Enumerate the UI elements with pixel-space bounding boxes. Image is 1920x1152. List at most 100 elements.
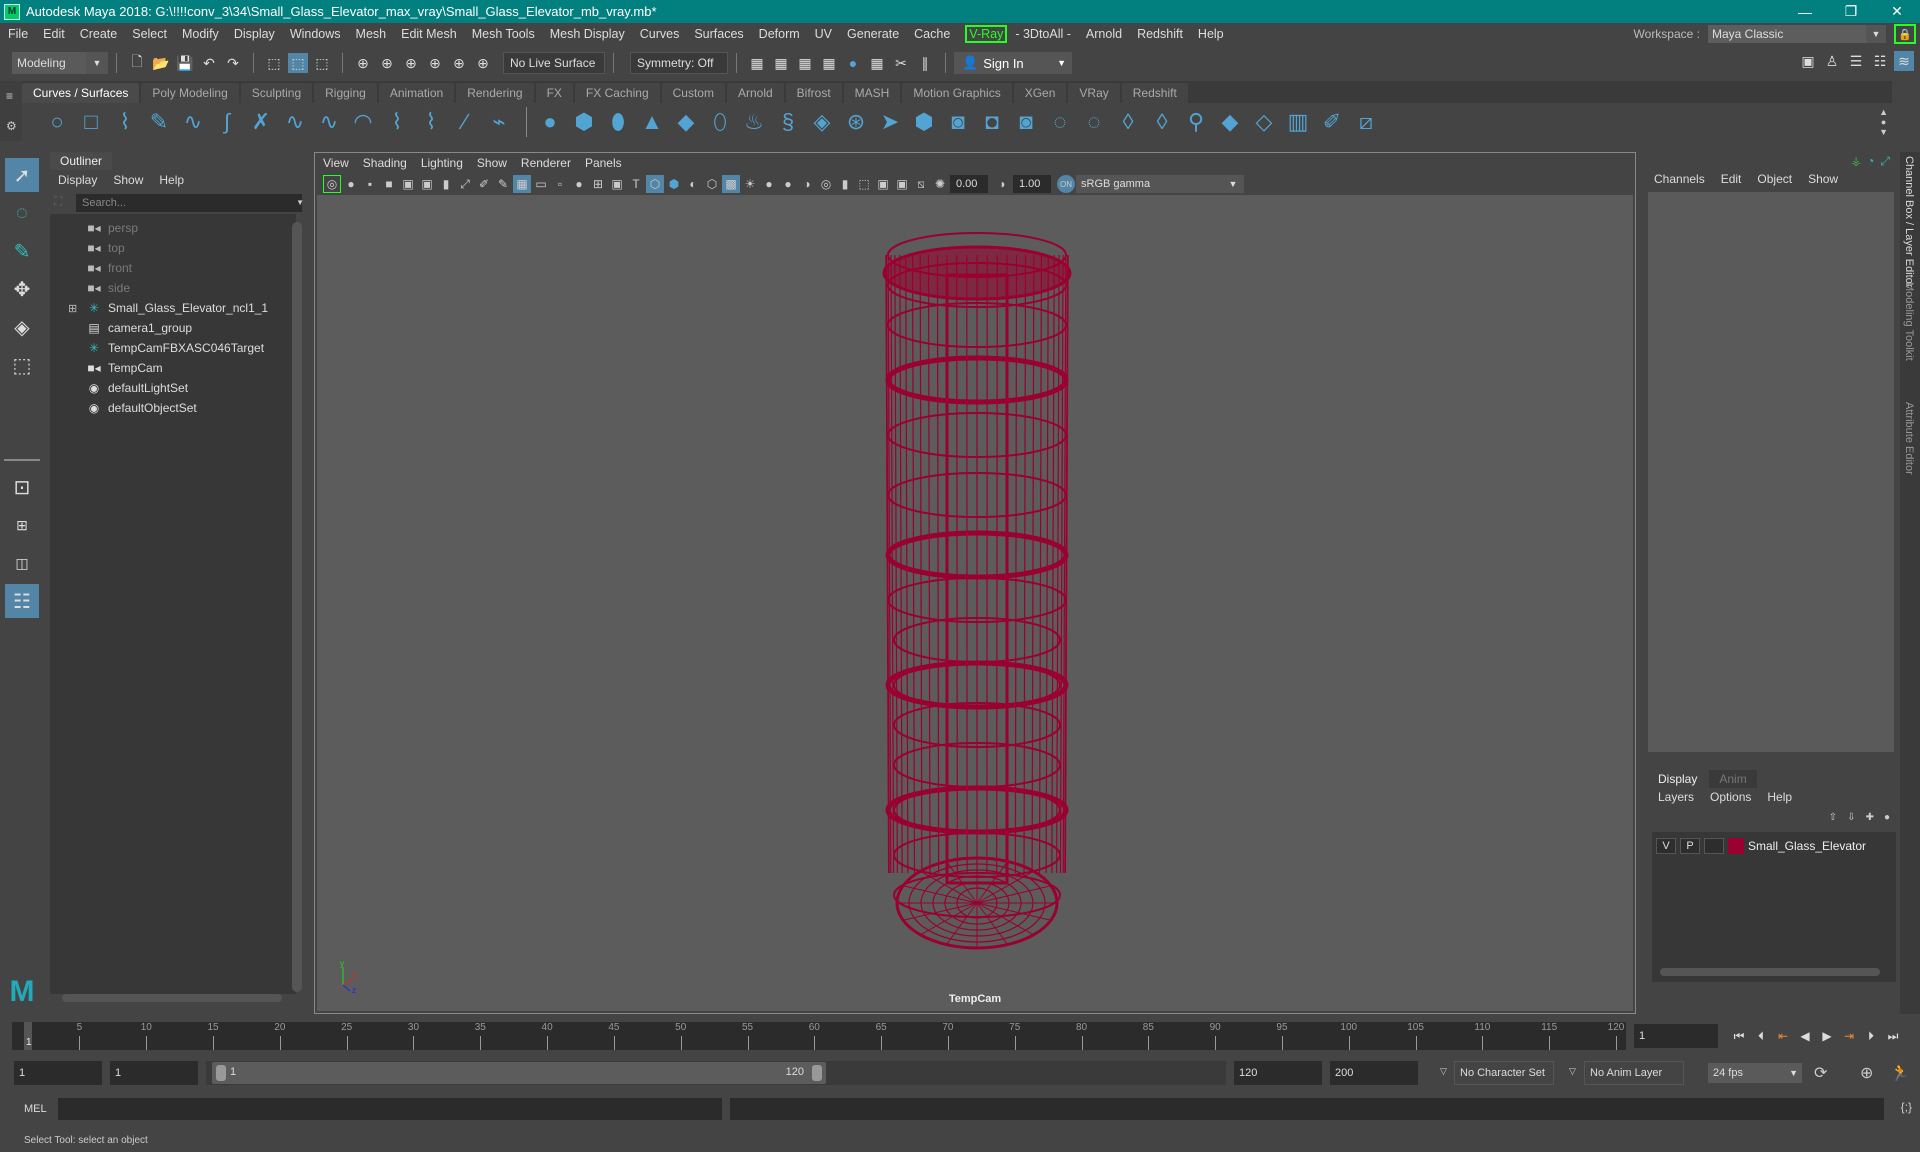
rebuild-surface-icon[interactable]: ▥ bbox=[1283, 107, 1313, 137]
nurbs-cube-icon[interactable]: ⬢ bbox=[569, 107, 599, 137]
expand-icon[interactable]: ⊞ bbox=[68, 302, 77, 315]
four-view-icon[interactable]: ⊞ bbox=[5, 508, 39, 542]
isolate-select-icon[interactable]: ⬚ bbox=[855, 175, 873, 193]
layer-scrollbar[interactable] bbox=[1660, 968, 1880, 976]
playback-end-field[interactable]: 120 bbox=[1234, 1061, 1322, 1085]
start-time-field[interactable]: 1 bbox=[14, 1061, 102, 1085]
square-surface-icon[interactable]: ◙ bbox=[943, 107, 973, 137]
viewport-menu-lighting[interactable]: Lighting bbox=[421, 156, 463, 170]
move-tool-icon[interactable]: ✥ bbox=[5, 272, 39, 306]
range-start-handle[interactable] bbox=[216, 1065, 226, 1081]
shelf-tab-sculpting[interactable]: Sculpting bbox=[240, 83, 313, 103]
fillet-curve-icon[interactable]: ∿ bbox=[280, 107, 310, 137]
outliner-menu-display[interactable]: Display bbox=[58, 173, 97, 187]
nurbs-cylinder-icon[interactable]: ⬮ bbox=[603, 107, 633, 137]
snap-live-icon[interactable]: ⊕ bbox=[449, 53, 469, 73]
step-forward-frame-icon[interactable]: ⏵ bbox=[1862, 1026, 1880, 1046]
step-back-key-icon[interactable]: ⇤ bbox=[1774, 1026, 1792, 1046]
anti-aliasing-icon[interactable]: ◎ bbox=[817, 175, 835, 193]
select-component-icon[interactable]: ⬚ bbox=[312, 53, 332, 73]
time-slider-bar[interactable]: 1 5 10 15 20 25 30 35 40 45 50 55 60 65 70 75 80 85 90 95 1… bbox=[12, 1022, 1626, 1050]
select-camera-icon[interactable]: ■ bbox=[380, 175, 398, 193]
gamma-icon[interactable]: ◗ bbox=[994, 175, 1012, 193]
live-surface-field[interactable]: No Live Surface bbox=[503, 52, 605, 74]
snap-point-icon[interactable]: ⊕ bbox=[401, 53, 421, 73]
gamma-field[interactable]: 1.00 bbox=[1013, 175, 1051, 193]
outliner-item[interactable]: ◉ defaultLightSet bbox=[50, 378, 290, 398]
shelf-tab-arnold[interactable]: Arnold bbox=[726, 83, 784, 103]
rotate-tool-icon[interactable]: ◈ bbox=[5, 310, 39, 344]
viewport-canvas[interactable]: y x z TempCam bbox=[317, 195, 1633, 1011]
pause-icon[interactable]: ∥ bbox=[915, 53, 935, 73]
default-material-icon[interactable]: ◐ bbox=[684, 175, 702, 193]
lock-camera-icon[interactable]: ▣ bbox=[399, 175, 417, 193]
hyperbolic-icon[interactable]: ⤢ bbox=[1880, 154, 1890, 169]
mel-label[interactable]: MEL bbox=[24, 1103, 47, 1115]
lasso-tool-icon[interactable]: ◌ bbox=[5, 196, 39, 230]
outliner-vertical-scrollbar[interactable] bbox=[292, 222, 302, 992]
character-set-dropdown[interactable]: No Character Set bbox=[1454, 1061, 1554, 1085]
menu-generate[interactable]: Generate bbox=[847, 27, 899, 41]
step-forward-key-icon[interactable]: ⇥ bbox=[1840, 1026, 1858, 1046]
shelf-tab-fx[interactable]: FX bbox=[535, 83, 573, 103]
end-time-field[interactable]: 200 bbox=[1330, 1061, 1418, 1085]
camera-attributes-icon[interactable]: ● bbox=[342, 175, 360, 193]
menu-cache[interactable]: Cache bbox=[914, 27, 950, 41]
render-view-icon[interactable]: ▦ bbox=[867, 53, 887, 73]
outliner-item[interactable]: ■◂ TempCam bbox=[50, 358, 290, 378]
safe-title-icon[interactable]: T bbox=[627, 175, 645, 193]
menu-create[interactable]: Create bbox=[80, 27, 118, 41]
extrude-icon[interactable]: ⊛ bbox=[841, 107, 871, 137]
menu-v-ray[interactable]: V-Ray bbox=[965, 25, 1008, 43]
motion-blur-icon[interactable]: ◑ bbox=[798, 175, 816, 193]
shelf-settings-icon[interactable]: ⚙ bbox=[6, 119, 17, 133]
exposure-icon[interactable]: ✺ bbox=[931, 175, 949, 193]
channel-box-menu-show[interactable]: Show bbox=[1808, 172, 1838, 186]
side-tab-channel-box-layer-editor[interactable]: Channel Box / Layer Editor bbox=[1903, 156, 1915, 287]
ambient-occlusion-icon[interactable]: ● bbox=[779, 175, 797, 193]
animation-preferences-icon[interactable]: 🏃 bbox=[1890, 1063, 1910, 1083]
outliner-item[interactable]: ◉ defaultObjectSet bbox=[50, 398, 290, 418]
scale-tool-icon[interactable]: ⬚ bbox=[5, 348, 39, 382]
go-to-start-icon[interactable]: ⏮ bbox=[1730, 1026, 1748, 1046]
menu-mesh-display[interactable]: Mesh Display bbox=[550, 27, 625, 41]
menu-select[interactable]: Select bbox=[132, 27, 167, 41]
untrim-icon[interactable]: ◊ bbox=[1147, 107, 1177, 137]
trim-icon[interactable]: ◊ bbox=[1113, 107, 1143, 137]
outliner-menu-help[interactable]: Help bbox=[159, 173, 184, 187]
chevron-down-icon[interactable]: ▽ bbox=[1440, 1066, 1447, 1077]
image-plane-icon[interactable]: ▮ bbox=[437, 175, 455, 193]
snap-surface-icon[interactable]: ⊕ bbox=[473, 53, 493, 73]
nurbs-cone-icon[interactable]: ▲ bbox=[637, 107, 667, 137]
shelf-tab-poly-modeling[interactable]: Poly Modeling bbox=[141, 83, 239, 103]
viewport-menu-panels[interactable]: Panels bbox=[585, 156, 622, 170]
open-close-icon[interactable]: ◇ bbox=[1249, 107, 1279, 137]
menu-redshift[interactable]: Redshift bbox=[1137, 27, 1183, 41]
xray-active-icon[interactable]: ▣ bbox=[893, 175, 911, 193]
open-scene-icon[interactable]: 📂 bbox=[151, 53, 171, 73]
menu-modify[interactable]: Modify bbox=[182, 27, 219, 41]
shelf-tab-vray[interactable]: VRay bbox=[1068, 83, 1120, 103]
menu-uv[interactable]: UV bbox=[815, 27, 832, 41]
ep-curve-icon[interactable]: ∿ bbox=[178, 107, 208, 137]
layer-row[interactable]: V P Small_Glass_Elevator bbox=[1652, 836, 1866, 856]
new-layer-icon[interactable]: ✚ bbox=[1866, 812, 1874, 823]
shelf-tab-custom[interactable]: Custom bbox=[661, 83, 725, 103]
channel-box-menu-channels[interactable]: Channels bbox=[1654, 172, 1705, 186]
bevel-icon[interactable]: ◘ bbox=[977, 107, 1007, 137]
loop-icon[interactable]: ⟳ bbox=[1814, 1063, 1827, 1083]
gate-mask-icon[interactable]: ● bbox=[570, 175, 588, 193]
layer-tab-anim[interactable]: Anim bbox=[1709, 770, 1757, 788]
intersect-icon[interactable]: ◌ bbox=[1079, 107, 1109, 137]
script-editor-icon[interactable]: {;} bbox=[1901, 1100, 1912, 1114]
colorspace-dropdown[interactable]: sRGB gamma ▼ bbox=[1076, 175, 1244, 193]
redo-icon[interactable]: ↷ bbox=[223, 53, 243, 73]
render-settings-icon[interactable]: ▦ bbox=[819, 53, 839, 73]
select-hierarchy-icon[interactable]: ⬚ bbox=[264, 53, 284, 73]
outliner-item[interactable]: ▤ camera1_group bbox=[50, 318, 290, 338]
pencil-curve-icon[interactable]: ✎ bbox=[144, 107, 174, 137]
shelf-tab-fx-caching[interactable]: FX Caching bbox=[574, 83, 660, 103]
channel-box-menu-edit[interactable]: Edit bbox=[1721, 172, 1742, 186]
project-curve-icon[interactable]: ◌ bbox=[1045, 107, 1075, 137]
nurbs-sphere-icon[interactable]: ● bbox=[535, 107, 565, 137]
